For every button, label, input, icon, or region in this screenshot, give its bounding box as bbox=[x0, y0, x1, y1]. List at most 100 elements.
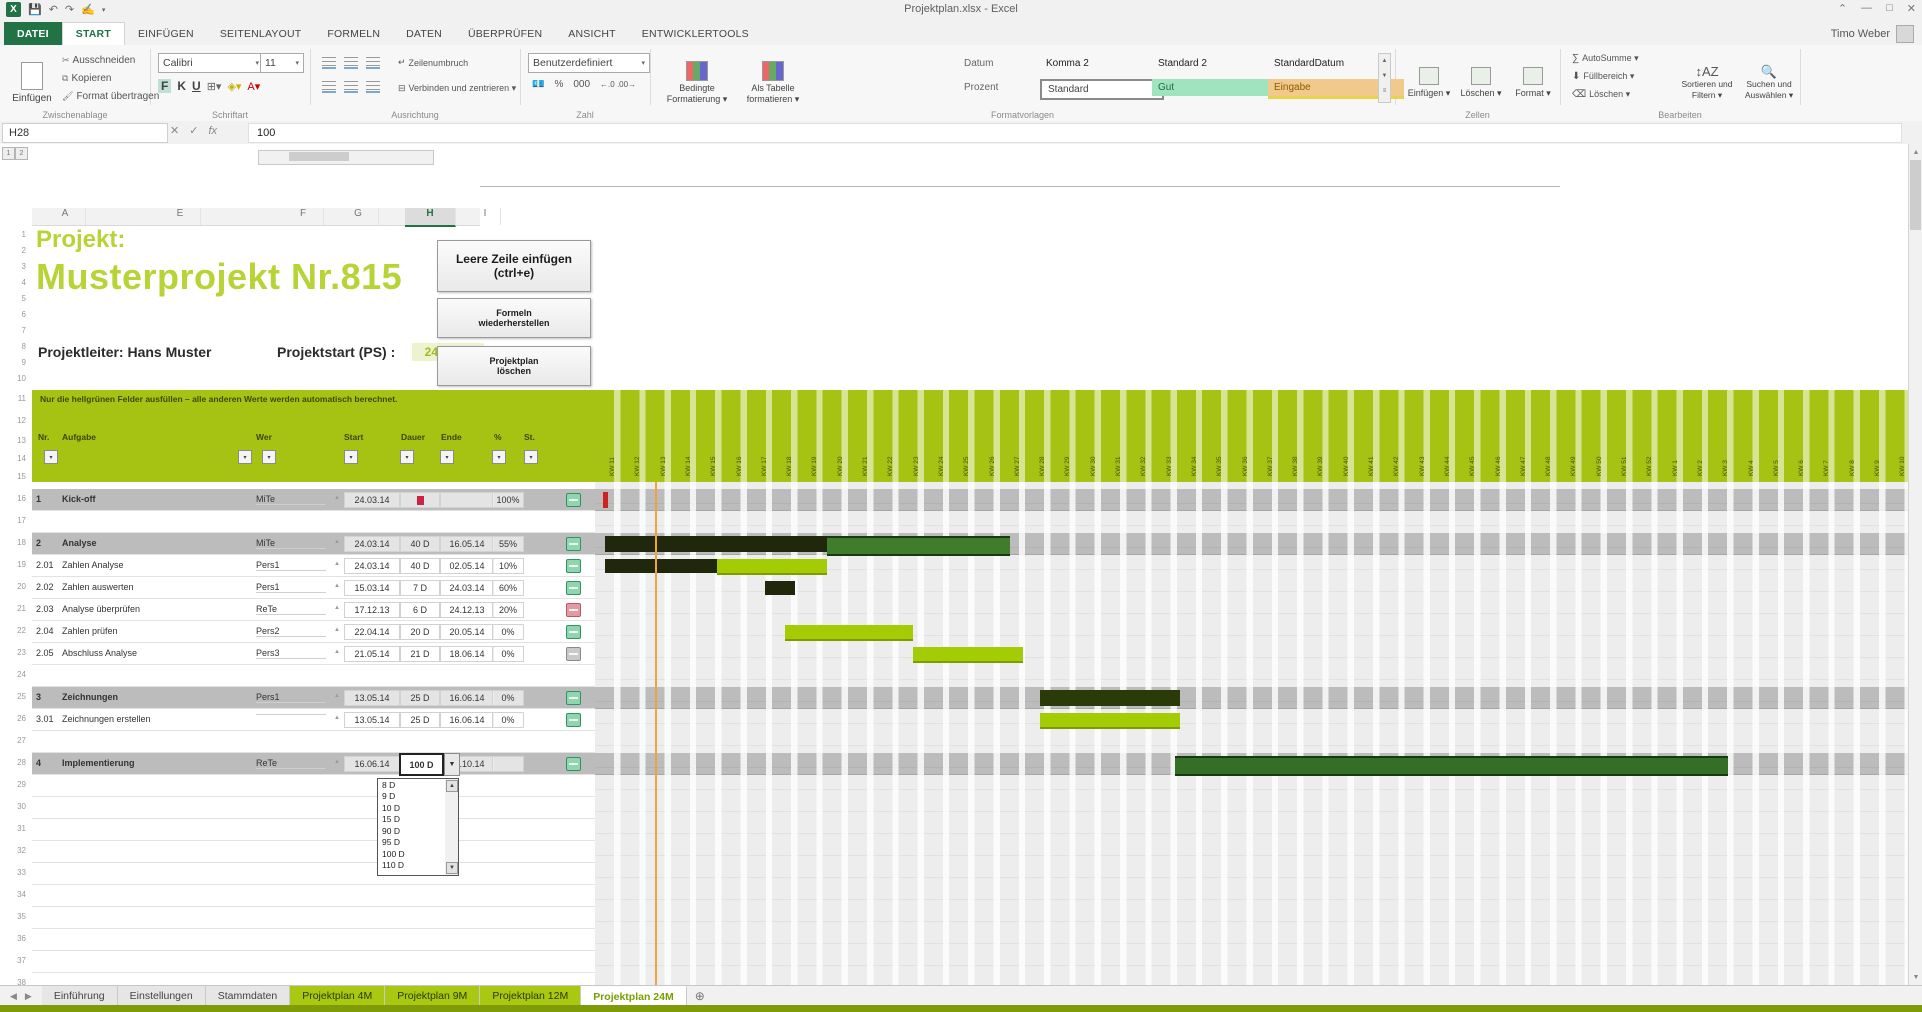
row-number-21[interactable]: 21 bbox=[0, 604, 30, 613]
row-id-cell[interactable]: 4 bbox=[36, 758, 60, 768]
who-cell[interactable]: Pers1 bbox=[256, 692, 326, 703]
column-header-G[interactable]: G bbox=[338, 208, 379, 225]
sheet-tab-projektplan-4m[interactable]: Projektplan 4M bbox=[290, 986, 385, 1006]
vertical-scrollbar-thumb[interactable] bbox=[1910, 160, 1921, 230]
row-id-cell[interactable]: 3 bbox=[36, 692, 60, 702]
task-name-cell[interactable]: Analyse überprüfen bbox=[62, 604, 252, 614]
row-number-12[interactable]: 12 bbox=[0, 416, 30, 425]
who-cell[interactable]: Pers1 bbox=[256, 582, 326, 593]
who-cell[interactable]: Pers1 bbox=[256, 560, 326, 571]
vertical-scrollbar[interactable]: ▲ ▼ bbox=[1908, 144, 1922, 985]
task-name-cell[interactable]: Implementierung bbox=[62, 758, 252, 768]
cells-einfügen-button[interactable]: Einfügen ▾ bbox=[1404, 51, 1454, 115]
row-number-19[interactable]: 19 bbox=[0, 560, 30, 569]
row-number-13[interactable]: 13 bbox=[0, 436, 30, 445]
font-name-select[interactable]: Calibri▾ bbox=[158, 53, 264, 73]
percent-cell[interactable]: 0% bbox=[492, 690, 524, 706]
formula-input[interactable]: 100 bbox=[248, 123, 1902, 143]
sheet-tab-projektplan-24m[interactable]: Projektplan 24M bbox=[581, 986, 687, 1006]
row-number-18[interactable]: 18 bbox=[0, 538, 30, 547]
ribbon-tab-start[interactable]: START bbox=[62, 22, 125, 45]
align-icon[interactable] bbox=[344, 81, 358, 93]
align-icon[interactable] bbox=[344, 57, 358, 69]
timeline-scrollbar-thumb[interactable] bbox=[289, 152, 349, 161]
number-format-select[interactable]: Benutzerdefiniert▾ bbox=[528, 53, 650, 73]
end-date-cell[interactable]: 16.06.14 bbox=[440, 712, 494, 728]
dropdown-scroll-down-icon[interactable]: ▼ bbox=[446, 862, 458, 874]
italic-button[interactable]: K bbox=[177, 79, 186, 93]
duration-cell[interactable]: 25 D bbox=[400, 712, 440, 728]
fill-color-icon[interactable]: ◈▾ bbox=[227, 80, 241, 93]
who-cell[interactable]: MiTe bbox=[256, 538, 326, 549]
dropdown-item[interactable]: 8 D bbox=[378, 779, 446, 791]
row-id-cell[interactable]: 2.01 bbox=[36, 560, 60, 570]
row-id-cell[interactable]: 2.05 bbox=[36, 648, 60, 658]
start-date-cell[interactable]: 24.03.14 bbox=[344, 536, 400, 552]
percent-cell[interactable] bbox=[492, 756, 524, 772]
merge-center-button[interactable]: ⊟Verbinden und zentrieren ▾ bbox=[398, 83, 516, 94]
maximize-icon[interactable]: □ bbox=[1886, 2, 1893, 15]
insert-function-icon[interactable]: fx bbox=[208, 125, 217, 137]
row-number-31[interactable]: 31 bbox=[0, 824, 30, 833]
row-number-9[interactable]: 9 bbox=[0, 358, 30, 367]
editing-item-1[interactable]: ⬇Füllbereich ▾ bbox=[1572, 71, 1634, 82]
task-name-cell[interactable]: Analyse bbox=[62, 538, 252, 548]
row-id-cell[interactable]: 2.04 bbox=[36, 626, 60, 636]
dropdown-item[interactable]: 95 D bbox=[378, 837, 446, 849]
row-number-5[interactable]: 5 bbox=[0, 294, 30, 303]
align-icon[interactable] bbox=[366, 57, 380, 69]
end-date-cell[interactable] bbox=[440, 492, 494, 508]
ribbon-tab-überprüfen[interactable]: ÜBERPRÜFEN bbox=[455, 22, 555, 45]
duration-cell[interactable]: 7 D bbox=[400, 580, 440, 596]
ribbon-tab-daten[interactable]: DATEN bbox=[393, 22, 455, 45]
clipboard-item-0[interactable]: ✂Ausschneiden bbox=[62, 55, 135, 66]
thousands-icon[interactable]: 000 bbox=[573, 79, 590, 90]
sheet-tab-projektplan-12m[interactable]: Projektplan 12M bbox=[480, 986, 581, 1006]
align-icon[interactable] bbox=[366, 81, 380, 93]
column-header-I[interactable]: I bbox=[470, 208, 501, 225]
cancel-icon[interactable]: ✕ bbox=[170, 124, 179, 137]
column-header-A[interactable]: A bbox=[45, 208, 86, 225]
end-date-cell[interactable]: 20.05.14 bbox=[440, 624, 494, 640]
percent-cell[interactable]: 0% bbox=[492, 712, 524, 728]
end-date-cell[interactable]: 24.03.14 bbox=[440, 580, 494, 596]
styles-gallery-scroll[interactable]: ▲ ▼ ≡ bbox=[1378, 53, 1391, 103]
end-date-cell[interactable]: 16.05.14 bbox=[440, 536, 494, 552]
task-name-cell[interactable]: Kick-off bbox=[62, 494, 252, 504]
row-number-35[interactable]: 35 bbox=[0, 912, 30, 921]
row-number-22[interactable]: 22 bbox=[0, 626, 30, 635]
row-number-32[interactable]: 32 bbox=[0, 846, 30, 855]
dropdown-scroll-up-icon[interactable]: ▲ bbox=[446, 780, 458, 792]
row-number-36[interactable]: 36 bbox=[0, 934, 30, 943]
font-size-select[interactable]: 11▾ bbox=[260, 53, 304, 73]
row-number-20[interactable]: 20 bbox=[0, 582, 30, 591]
duration-cell[interactable]: 40 D bbox=[400, 558, 440, 574]
style-cell-datum[interactable]: Datum bbox=[958, 55, 1048, 72]
percent-cell[interactable]: 55% bbox=[492, 536, 524, 552]
row-number-30[interactable]: 30 bbox=[0, 802, 30, 811]
filter-button-7[interactable]: ▾ bbox=[524, 450, 538, 464]
row-number-1[interactable]: 1 bbox=[0, 230, 30, 239]
ribbon-tab-ansicht[interactable]: ANSICHT bbox=[555, 22, 629, 45]
row-number-25[interactable]: 25 bbox=[0, 692, 30, 701]
end-date-cell[interactable]: 18.06.14 bbox=[440, 646, 494, 662]
style-cell-prozent[interactable]: Prozent bbox=[958, 79, 1048, 96]
percent-cell[interactable]: 60% bbox=[492, 580, 524, 596]
insert-empty-row-button[interactable]: Leere Zeile einfügen (ctrl+e) bbox=[437, 240, 591, 292]
row-number-16[interactable]: 16 bbox=[0, 494, 30, 503]
start-date-cell[interactable]: 24.03.14 bbox=[344, 558, 400, 574]
style-cell-gut[interactable]: Gut bbox=[1152, 79, 1276, 96]
row-number-26[interactable]: 26 bbox=[0, 714, 30, 723]
enter-icon[interactable]: ✓ bbox=[189, 124, 198, 137]
column-header-F[interactable]: F bbox=[283, 208, 324, 225]
who-cell[interactable]: Pers3 bbox=[256, 648, 326, 659]
row-number-24[interactable]: 24 bbox=[0, 670, 30, 679]
duration-cell[interactable]: 25 D bbox=[400, 690, 440, 706]
column-header-E[interactable]: E bbox=[160, 208, 201, 225]
end-date-cell[interactable]: 16.06.14 bbox=[440, 690, 494, 706]
sheet-nav-prev-icon[interactable]: ◀ bbox=[10, 991, 17, 1002]
clear-plan-button[interactable]: Projektplan löschen bbox=[437, 346, 591, 386]
clipboard-item-1[interactable]: ⧉Kopieren bbox=[62, 73, 111, 84]
filter-button-2[interactable]: ▾ bbox=[262, 450, 276, 464]
percent-cell[interactable]: 100% bbox=[492, 492, 524, 508]
